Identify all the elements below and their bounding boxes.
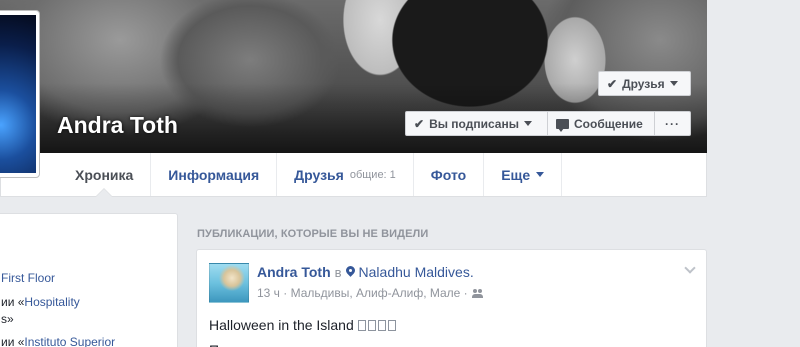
profile-nav-bar: Хроника Информация Друзья общие: 1 Фото … (0, 153, 707, 197)
intro-line: First Floor (1, 271, 55, 285)
tab-friends-label: Друзья (294, 166, 344, 183)
post-options-chevron-icon[interactable] (684, 262, 696, 274)
post-in-word: в (334, 264, 342, 280)
profile-picture[interactable] (0, 10, 40, 178)
post-author-avatar[interactable] (209, 263, 249, 303)
missing-glyph-boxes (357, 319, 396, 331)
intro-line: ии «Hospitality (1, 295, 80, 309)
intro-line: ии «Instituto Superior (1, 335, 115, 347)
tab-about-label: Информация (168, 166, 260, 183)
tab-about[interactable]: Информация (151, 153, 278, 196)
caret-down-icon (669, 81, 678, 86)
missing-glyph-box (357, 319, 366, 331)
intro-line-text: ии « (1, 335, 25, 347)
profile-picture-image (0, 15, 36, 173)
post-text-line-2: П (209, 342, 219, 347)
more-dots-icon: ··· (665, 116, 680, 131)
intro-line: s» (1, 312, 14, 326)
check-icon: ✔ (607, 76, 618, 91)
post-text: Halloween in the Island (209, 317, 396, 333)
tab-timeline-label: Хроника (75, 166, 134, 183)
post-header: Andra Toth в Naladhu Maldives. (257, 264, 474, 280)
intro-card: First Floor ии «Hospitality s» ии «Insti… (0, 213, 178, 347)
post-timestamp-location[interactable]: 13 ч · Мальдивы, Алиф-Алиф, Мале · (257, 286, 468, 300)
missing-glyph-box (377, 319, 386, 331)
more-actions-button[interactable]: ··· (655, 111, 691, 136)
tab-more-label: Еще (501, 166, 531, 183)
post-card: Andra Toth в Naladhu Maldives. 13 ч · Ма… (196, 249, 707, 347)
tab-timeline[interactable]: Хроника (58, 153, 152, 197)
check-icon: ✔ (414, 116, 425, 131)
missing-glyph-box (367, 319, 376, 331)
message-button[interactable]: Сообщение (548, 111, 655, 136)
unseen-posts-header: ПУБЛИКАЦИИ, КОТОРЫЕ ВЫ НЕ ВИДЕЛИ (197, 228, 429, 240)
caret-down-icon (536, 172, 545, 177)
post-meta: 13 ч · Мальдивы, Алиф-Алиф, Мале · (257, 286, 484, 300)
following-button[interactable]: ✔ Вы подписаны (405, 111, 548, 136)
message-icon (556, 118, 569, 132)
post-text-content: Halloween in the Island (209, 317, 354, 333)
tab-friends[interactable]: Друзья общие: 1 (277, 153, 414, 196)
intro-link-first-floor[interactable]: First Floor (1, 271, 55, 285)
post-location-link[interactable]: Naladhu Maldives. (359, 264, 474, 280)
intro-line-text: s» (1, 312, 14, 326)
mutual-friends-count: общие: 1 (349, 168, 396, 181)
intro-line-text: ии « (1, 295, 25, 309)
following-label: Вы подписаны (429, 116, 519, 131)
tab-more[interactable]: Еще (484, 153, 563, 196)
post-author-link[interactable]: Andra Toth (257, 264, 331, 280)
friends-audience-icon[interactable] (471, 288, 484, 298)
location-pin-icon (346, 266, 355, 278)
intro-link-instituto[interactable]: Instituto Superior (24, 335, 115, 347)
friends-status-label: Друзья (622, 76, 665, 91)
intro-link-hospitality[interactable]: Hospitality (24, 295, 79, 309)
caret-down-icon (523, 121, 532, 126)
missing-glyph-box (387, 319, 396, 331)
tab-photos-label: Фото (430, 166, 467, 183)
message-label: Сообщение (574, 116, 643, 131)
friends-status-button[interactable]: ✔ Друзья (598, 71, 691, 96)
tab-photos[interactable]: Фото (414, 153, 485, 196)
profile-name[interactable]: Andra Toth (57, 112, 178, 139)
